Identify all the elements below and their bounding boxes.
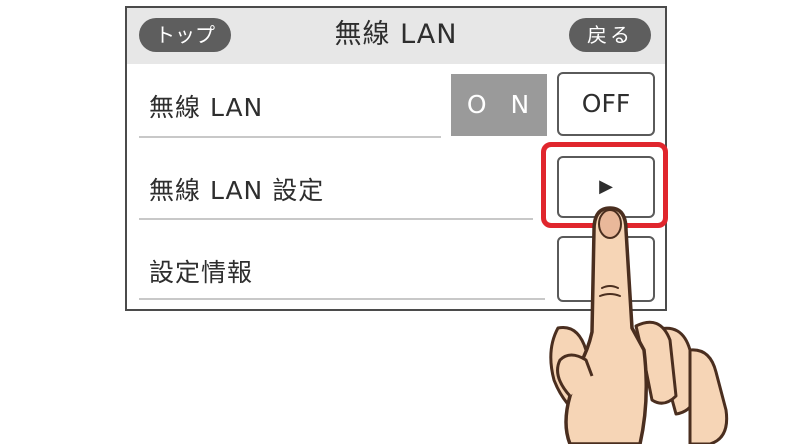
pointing-hand-icon	[549, 206, 729, 444]
row-label-settings-info: 設定情報	[149, 258, 254, 287]
row-label-wireless-lan-settings: 無線 LAN 設定	[149, 176, 325, 205]
row-divider	[139, 136, 441, 138]
row-label-wireless-lan: 無線 LAN	[149, 93, 264, 122]
off-toggle-button[interactable]: OFF	[557, 72, 655, 136]
row-divider	[139, 218, 533, 220]
back-button[interactable]: 戻る	[569, 18, 651, 52]
row-divider	[139, 298, 545, 300]
on-toggle-button[interactable]: O N	[451, 74, 547, 136]
header-bar: トップ 無線 LAN 戻る	[127, 8, 665, 64]
